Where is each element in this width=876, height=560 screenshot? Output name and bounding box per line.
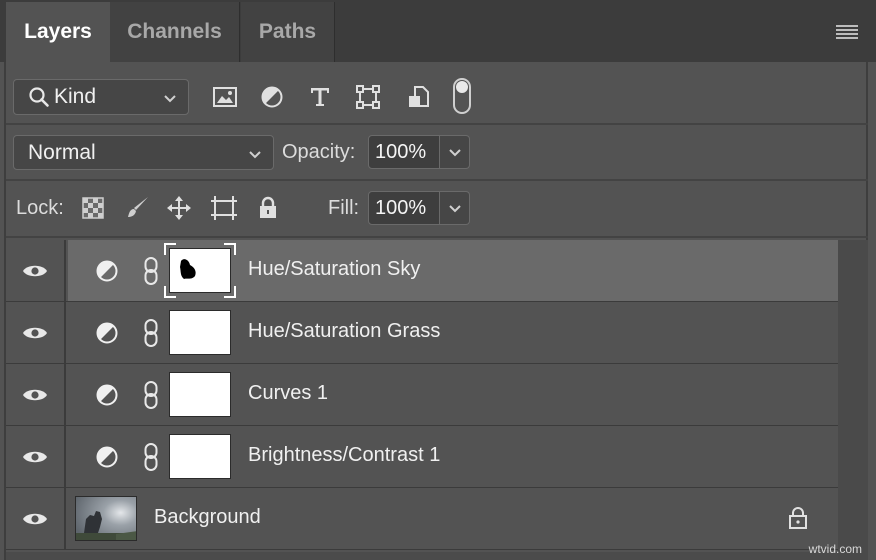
layer-content[interactable]: Brightness/Contrast 1 (68, 426, 838, 487)
mask-thumbnail[interactable] (169, 372, 231, 417)
adjustment-layer-icon (96, 446, 118, 468)
filter-kind-label: Kind (54, 85, 97, 108)
layer-content[interactable]: Hue/Saturation Sky (68, 240, 838, 301)
lock-transparent-icon[interactable] (78, 193, 108, 223)
link-chain-icon[interactable] (143, 318, 159, 348)
panel-menu-icon[interactable] (836, 25, 858, 39)
visibility-toggle[interactable] (6, 302, 66, 363)
adjustment-layer-icon (96, 384, 118, 406)
link-chain-icon[interactable] (143, 442, 159, 472)
layer-name: Brightness/Contrast 1 (248, 444, 441, 466)
eye-icon (23, 327, 47, 338)
layer-content[interactable]: Background (68, 488, 838, 549)
lock-icon[interactable] (788, 506, 808, 530)
lock-position-icon[interactable] (164, 193, 194, 223)
divider (6, 179, 868, 181)
opacity-field[interactable]: 100% (368, 135, 440, 169)
visibility-toggle[interactable] (6, 488, 66, 549)
adjustment-layer-icon (96, 260, 118, 282)
adjustment-filter-icon[interactable] (257, 82, 287, 112)
chevron-down-icon (164, 95, 176, 103)
fill-label: Fill: (328, 197, 360, 219)
type-filter-icon[interactable] (305, 82, 335, 112)
divider (6, 236, 868, 238)
eye-icon (23, 451, 47, 462)
visibility-toggle[interactable] (6, 240, 66, 301)
link-chain-icon[interactable] (143, 256, 159, 286)
lock-label: Lock: (16, 197, 64, 219)
layer-row[interactable]: Background (6, 488, 838, 550)
panel-tab-bar: Layers Channels Paths (0, 0, 876, 62)
chevron-down-icon (448, 205, 461, 213)
layer-row[interactable]: Brightness/Contrast 1 (6, 426, 838, 488)
layer-name: Curves 1 (248, 382, 329, 404)
scrollbar-track[interactable] (838, 240, 868, 560)
layer-content[interactable]: Hue/Saturation Grass (68, 302, 838, 363)
lock-all-icon[interactable] (253, 193, 283, 223)
divider (6, 123, 868, 125)
adjustment-layer-icon (96, 322, 118, 344)
eye-icon (23, 265, 47, 276)
search-icon (29, 87, 49, 107)
visibility-toggle[interactable] (6, 364, 66, 425)
lock-pixels-icon[interactable] (122, 193, 152, 223)
lock-artboard-icon[interactable] (209, 193, 239, 223)
layer-content[interactable]: Curves 1 (68, 364, 838, 425)
tab-paths[interactable]: Paths (241, 2, 335, 62)
fill-field[interactable]: 100% (368, 191, 440, 225)
tab-layers[interactable]: Layers (6, 2, 110, 62)
visibility-toggle[interactable] (6, 426, 66, 487)
panel-bottom-edge (6, 552, 838, 560)
chevron-down-icon (249, 151, 261, 159)
blend-mode-label: Normal (28, 140, 96, 164)
mask-thumbnail[interactable] (169, 434, 231, 479)
chevron-down-icon (448, 149, 461, 157)
mask-thumbnail[interactable] (169, 310, 231, 355)
eye-icon (23, 389, 47, 400)
layer-name: Background (154, 506, 261, 528)
opacity-label: Opacity: (282, 141, 356, 163)
shape-filter-icon[interactable] (353, 82, 383, 112)
filter-kind-select[interactable]: Kind (13, 79, 189, 115)
eye-icon (23, 513, 47, 524)
layer-name: Hue/Saturation Grass (248, 320, 441, 342)
smart-object-filter-icon[interactable] (403, 82, 433, 112)
fill-dropdown-button[interactable] (440, 191, 470, 225)
image-filter-icon[interactable] (210, 82, 240, 112)
layers-list: Hue/Saturation Sky Hue/Saturation Grass … (6, 240, 838, 552)
layer-name: Hue/Saturation Sky (248, 258, 421, 280)
layer-row[interactable]: Hue/Saturation Grass (6, 302, 838, 364)
opacity-dropdown-button[interactable] (440, 135, 470, 169)
watermark-text: wtvid.com (808, 542, 862, 556)
layer-row[interactable]: Curves 1 (6, 364, 838, 426)
tab-channels[interactable]: Channels (110, 2, 240, 62)
link-chain-icon[interactable] (143, 380, 159, 410)
layer-row[interactable]: Hue/Saturation Sky (6, 240, 838, 302)
background-thumbnail[interactable] (75, 496, 137, 541)
mask-thumbnail[interactable] (169, 248, 231, 293)
blend-mode-select[interactable]: Normal (13, 135, 274, 170)
filter-toggle-switch[interactable] (453, 78, 471, 114)
